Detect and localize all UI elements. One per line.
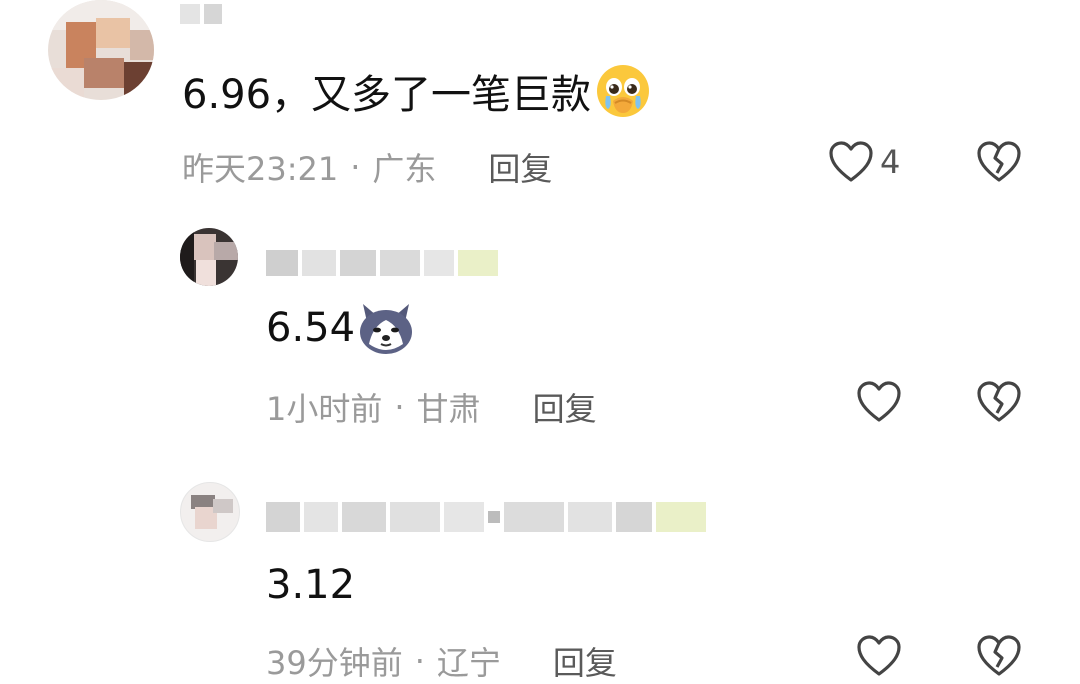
husky-dog-emoji-icon	[357, 300, 415, 356]
comment-text-content: 6.96，又多了一笔巨款	[182, 72, 592, 118]
reply-button[interactable]: 回复	[553, 638, 617, 684]
username-blurred[interactable]	[180, 4, 222, 24]
comment-time: 1小时前	[266, 390, 383, 428]
broken-heart-icon	[976, 140, 1022, 184]
avatar[interactable]	[180, 228, 238, 286]
comment-text: 6.96，又多了一笔巨款	[182, 62, 651, 120]
comment-time: 昨天23:21	[182, 150, 339, 188]
comment-time: 39分钟前	[266, 644, 403, 682]
heart-icon	[828, 140, 874, 184]
dislike-button[interactable]	[976, 634, 1022, 678]
comment-meta: 昨天23:21 · 广东 回复	[182, 144, 552, 190]
heart-icon	[856, 634, 902, 678]
reply-item: 3.12 39分钟前 · 辽宁 回复	[0, 470, 1080, 682]
comment-location: 甘肃	[416, 390, 481, 428]
like-button[interactable]	[856, 380, 908, 424]
comment-meta: 39分钟前 · 辽宁 回复	[266, 638, 617, 684]
comment-location: 辽宁	[436, 644, 501, 682]
avatar[interactable]	[48, 0, 154, 100]
comment-item: 6.96，又多了一笔巨款 昨天23:21 · 广东 回复 4	[0, 0, 1080, 200]
dislike-button[interactable]	[976, 380, 1022, 424]
like-button[interactable]: 4	[828, 140, 900, 184]
meta-separator: ·	[394, 388, 405, 426]
comment-text-content: 3.12	[266, 562, 356, 608]
comment-meta: 1小时前 · 甘肃 回复	[266, 384, 597, 430]
reply-button[interactable]: 回复	[488, 144, 552, 190]
crying-touched-emoji-icon	[595, 63, 651, 119]
comment-location: 广东	[372, 150, 437, 188]
like-button[interactable]	[856, 634, 908, 678]
meta-separator: ·	[350, 148, 361, 186]
reply-button[interactable]: 回复	[533, 384, 597, 430]
broken-heart-icon	[976, 634, 1022, 678]
heart-icon	[856, 380, 902, 424]
username-blurred[interactable]	[266, 250, 498, 276]
like-count: 4	[880, 143, 901, 181]
avatar[interactable]	[180, 482, 240, 542]
comment-text: 3.12	[266, 562, 355, 608]
comment-text: 6.54	[266, 300, 415, 356]
dislike-button[interactable]	[976, 140, 1022, 184]
username-blurred[interactable]	[266, 502, 706, 532]
meta-separator: ·	[414, 642, 425, 680]
reply-item: 6.54 1小时前 · 甘肃 回复	[0, 220, 1080, 440]
broken-heart-icon	[976, 380, 1022, 424]
comment-text-content: 6.54	[266, 305, 356, 351]
